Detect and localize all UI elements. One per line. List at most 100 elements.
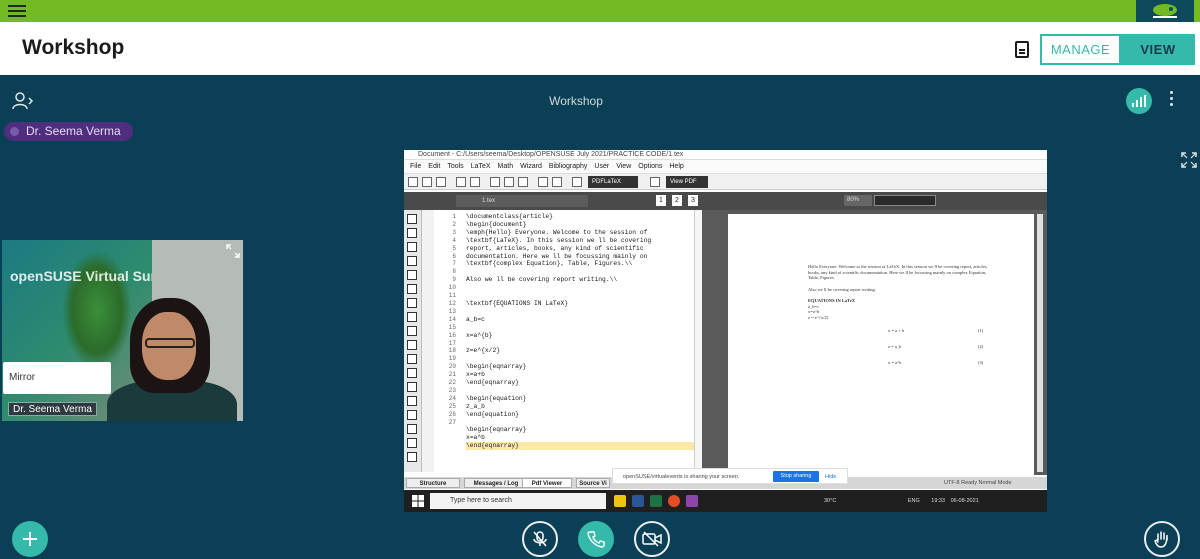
line-number: 6 bbox=[452, 252, 456, 260]
pdf-text: Hello Everyone. Welcome to the session o… bbox=[808, 264, 988, 374]
menu-item-bibliography[interactable]: Bibliography bbox=[549, 163, 588, 170]
menu-item-file[interactable]: File bbox=[410, 163, 421, 170]
code-line[interactable]: x=a^b bbox=[466, 434, 698, 442]
code-line[interactable]: \textbf{EQUATIONS IN LaTeX} bbox=[466, 300, 698, 308]
code-line[interactable] bbox=[466, 419, 698, 427]
code-line[interactable]: z=e^{x/2} bbox=[466, 347, 698, 355]
redo-icon[interactable] bbox=[470, 177, 480, 187]
equation-expr: x = a^b bbox=[888, 360, 902, 365]
pdf-search-input[interactable] bbox=[874, 195, 936, 206]
editor-scrollbar[interactable] bbox=[694, 210, 702, 472]
menu-item-view[interactable]: View bbox=[616, 163, 631, 170]
add-button[interactable] bbox=[12, 521, 48, 557]
document-icon[interactable] bbox=[1015, 41, 1029, 58]
editor-tab[interactable]: 1.tex bbox=[456, 195, 588, 207]
paste-icon[interactable] bbox=[518, 177, 528, 187]
code-line[interactable]: Also we ll be covering report writing.\\ bbox=[466, 276, 698, 284]
expand-icon[interactable] bbox=[1181, 152, 1197, 168]
code-line[interactable]: \begin{equation} bbox=[466, 395, 698, 403]
code-line[interactable]: \end{eqnarray} bbox=[466, 442, 698, 451]
call-button[interactable] bbox=[578, 521, 614, 557]
page-num-1[interactable]: 1 bbox=[656, 195, 666, 206]
excel-icon[interactable] bbox=[650, 495, 662, 507]
code-line[interactable]: x=a^{b} bbox=[466, 332, 698, 340]
code-line[interactable] bbox=[466, 308, 698, 316]
view-icon[interactable] bbox=[650, 177, 660, 187]
find-icon[interactable] bbox=[538, 177, 548, 187]
menu-item-options[interactable]: Options bbox=[638, 163, 662, 170]
word-icon[interactable] bbox=[632, 495, 644, 507]
code-line[interactable]: report, articles, books, any kind of sci… bbox=[466, 245, 698, 253]
code-line[interactable] bbox=[466, 355, 698, 363]
mirror-tooltip[interactable]: Mirror bbox=[3, 362, 111, 394]
menu-item-tools[interactable]: Tools bbox=[447, 163, 463, 170]
participant-name-tag[interactable]: Dr. Seema Verma bbox=[8, 402, 97, 416]
undo-icon[interactable] bbox=[456, 177, 466, 187]
cut-icon[interactable] bbox=[490, 177, 500, 187]
code-line[interactable]: z_a_b bbox=[466, 403, 698, 411]
hamburger-icon[interactable] bbox=[8, 2, 26, 17]
code-line[interactable] bbox=[466, 292, 698, 300]
code-line[interactable]: documentation. Here we ll be focussing m… bbox=[466, 253, 698, 261]
app-icon[interactable] bbox=[686, 495, 698, 507]
code-line[interactable]: x=a+b bbox=[466, 371, 698, 379]
build-select[interactable]: PDFLaTeX bbox=[588, 176, 638, 188]
stop-sharing-button[interactable]: Stop sharing bbox=[773, 471, 819, 482]
code-line[interactable] bbox=[466, 268, 698, 276]
code-line[interactable] bbox=[466, 340, 698, 348]
tab-source-viewer[interactable]: Source Vi bbox=[576, 478, 610, 488]
camera-button[interactable] bbox=[634, 521, 670, 557]
code-line[interactable] bbox=[466, 284, 698, 292]
manage-button[interactable]: MANAGE bbox=[1040, 34, 1121, 65]
mic-button[interactable] bbox=[522, 521, 558, 557]
new-icon[interactable] bbox=[408, 177, 418, 187]
code-line[interactable]: \begin{eqnarray} bbox=[466, 426, 698, 434]
hide-button[interactable]: Hide bbox=[825, 469, 836, 485]
tab-messages-log[interactable]: Messages / Log bbox=[464, 478, 528, 488]
kebab-icon[interactable] bbox=[1170, 91, 1174, 109]
menu-item-help[interactable]: Help bbox=[669, 163, 683, 170]
video-expand-icon[interactable] bbox=[226, 244, 240, 258]
code-line[interactable]: \textbf{LaTeX}. In this session we ll be… bbox=[466, 237, 698, 245]
menu-item-math[interactable]: Math bbox=[498, 163, 514, 170]
save-icon[interactable] bbox=[436, 177, 446, 187]
windows-start-icon[interactable] bbox=[412, 495, 424, 507]
menu-item-user[interactable]: User bbox=[594, 163, 609, 170]
menu-item-wizard[interactable]: Wizard bbox=[520, 163, 542, 170]
side-toolbar bbox=[404, 210, 422, 472]
code-line[interactable]: \documentclass{article} bbox=[466, 213, 698, 221]
replace-icon[interactable] bbox=[552, 177, 562, 187]
code-line[interactable] bbox=[466, 387, 698, 395]
code-editor[interactable]: \documentclass{article} \begin{document} \… bbox=[466, 213, 698, 451]
menu-item-latex[interactable]: LaTeX bbox=[471, 163, 491, 170]
code-line[interactable]: \begin{eqnarray} bbox=[466, 363, 698, 371]
tab-structure[interactable]: Structure bbox=[406, 478, 460, 488]
viewer-scrollbar[interactable] bbox=[1037, 214, 1043, 472]
signal-bars-icon[interactable] bbox=[1126, 88, 1152, 114]
code-line[interactable]: \begin{document} bbox=[466, 221, 698, 229]
page-num-2[interactable]: 2 bbox=[672, 195, 682, 206]
code-line[interactable]: a_b=c bbox=[466, 316, 698, 324]
line-number: 1 bbox=[452, 213, 456, 220]
code-line[interactable] bbox=[466, 324, 698, 332]
open-icon[interactable] bbox=[422, 177, 432, 187]
chrome-icon[interactable] bbox=[668, 495, 680, 507]
folder-icon[interactable] bbox=[614, 495, 626, 507]
line-number: 21 bbox=[448, 371, 456, 379]
code-line[interactable]: \end{equation} bbox=[466, 411, 698, 419]
taskbar-search[interactable]: Type here to search bbox=[430, 493, 606, 509]
code-line[interactable]: \emph{Hello} Everyone. Welcome to the se… bbox=[466, 229, 698, 237]
tab-pdf-viewer[interactable]: Pdf Viewer bbox=[522, 478, 572, 488]
zoom-level[interactable]: 80% bbox=[844, 195, 872, 206]
menu-item-edit[interactable]: Edit bbox=[428, 163, 440, 170]
viewer-select[interactable]: View PDF bbox=[666, 176, 708, 188]
copy-icon[interactable] bbox=[504, 177, 514, 187]
code-line[interactable]: \end{eqnarray} bbox=[466, 379, 698, 387]
line-number: 13 bbox=[448, 307, 456, 315]
view-button[interactable]: VIEW bbox=[1121, 34, 1195, 65]
page-num-3[interactable]: 3 bbox=[688, 195, 698, 206]
top-bar bbox=[0, 0, 1200, 22]
raise-hand-button[interactable] bbox=[1144, 521, 1180, 557]
code-line[interactable]: \textbf{complex Equation}, Table, Figure… bbox=[466, 260, 698, 268]
build-icon[interactable] bbox=[572, 177, 582, 187]
